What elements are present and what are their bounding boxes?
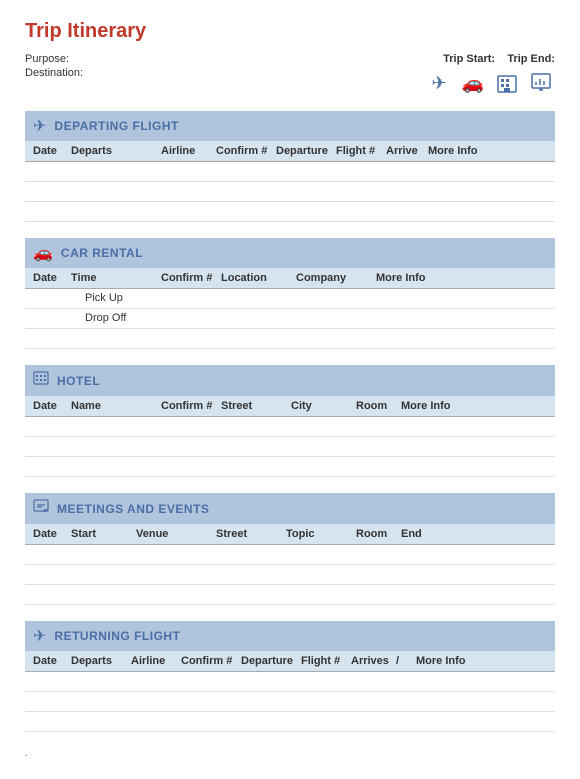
car-dropoff-row: Drop Off xyxy=(25,309,555,329)
returning-flight-columns: Date Departs Airline Confirm # Departure… xyxy=(25,651,555,672)
trip-start-label: Trip Start: xyxy=(443,53,495,65)
dep-data-row-3 xyxy=(25,202,555,222)
ret-col-airline: Airline xyxy=(131,655,181,667)
destination-label: Destination: xyxy=(25,67,83,79)
returning-plane-icon: ✈ xyxy=(33,626,46,646)
car-rental-columns: Date Time Confirm # Location Company Mor… xyxy=(25,268,555,289)
hot-col-name: Name xyxy=(71,400,161,412)
plane-icon: ✈ xyxy=(425,69,453,97)
dep-data-row-1 xyxy=(25,162,555,182)
hot-col-city: City xyxy=(291,400,356,412)
ret-col-date: Date xyxy=(33,655,71,667)
ret-col-departs: Departs xyxy=(71,655,131,667)
purpose-label: Purpose: xyxy=(25,53,83,65)
meet-data-row-2 xyxy=(25,565,555,585)
meet-col-room: Room xyxy=(356,528,401,540)
car-data-row-3 xyxy=(25,329,555,349)
meta-row: Purpose: Destination: Trip Start: Trip E… xyxy=(25,53,555,97)
car-rental-title: CAR RENTAL xyxy=(61,246,143,260)
car-col-location: Location xyxy=(221,272,296,284)
dep-col-moreinfo: More Info xyxy=(428,145,547,157)
meet-col-date: Date xyxy=(33,528,71,540)
car-dropoff-label: Drop Off xyxy=(85,312,126,325)
chart-icon xyxy=(527,69,555,97)
hotel-header: HOTEL xyxy=(25,365,555,396)
ret-col-more: / xyxy=(396,655,416,667)
car-col-confirm: Confirm # xyxy=(161,272,221,284)
footer-dot: . xyxy=(25,748,555,759)
car-rental-header: 🚗 CAR RENTAL xyxy=(25,238,555,268)
ret-data-row-2 xyxy=(25,692,555,712)
meta-left: Purpose: Destination: xyxy=(25,53,83,81)
departing-flight-section: ✈ DEPARTING FLIGHT Date Departs Airline … xyxy=(25,111,555,222)
ret-data-row-1 xyxy=(25,672,555,692)
dep-col-airline: Airline xyxy=(161,145,216,157)
car-col-company: Company xyxy=(296,272,376,284)
hotel-icon xyxy=(33,370,49,391)
meetings-columns: Date Start Venue Street Topic Room End xyxy=(25,524,555,545)
ret-col-confirm: Confirm # xyxy=(181,655,241,667)
trip-end-label: Trip End: xyxy=(507,53,555,65)
meetings-icon xyxy=(33,498,49,519)
car-icon: 🚗 xyxy=(459,69,487,97)
meetings-header: MEETINGS AND EVENTS xyxy=(25,493,555,524)
hot-col-room: Room xyxy=(356,400,401,412)
hotel-columns: Date Name Confirm # Street City Room Mor… xyxy=(25,396,555,417)
meet-col-start: Start xyxy=(71,528,136,540)
hot-col-date: Date xyxy=(33,400,71,412)
car-col-date: Date xyxy=(33,272,71,284)
returning-flight-header: ✈ RETURNING FLIGHT xyxy=(25,621,555,651)
ret-col-moreinfo: More Info xyxy=(416,655,547,667)
ret-col-departure: Departure xyxy=(241,655,301,667)
meet-data-row-1 xyxy=(25,545,555,565)
dep-col-flight: Flight # xyxy=(336,145,386,157)
hot-col-moreinfo: More Info xyxy=(401,400,547,412)
dep-col-date: Date xyxy=(33,145,71,157)
meet-col-venue: Venue xyxy=(136,528,216,540)
dep-col-arrive: Arrive xyxy=(386,145,428,157)
ret-col-flight: Flight # xyxy=(301,655,351,667)
trip-dates: Trip Start: Trip End: xyxy=(443,53,555,65)
ret-data-row-3 xyxy=(25,712,555,732)
hotel-title: HOTEL xyxy=(57,374,100,388)
returning-flight-section: ✈ RETURNING FLIGHT Date Departs Airline … xyxy=(25,621,555,732)
dep-col-departure: Departure xyxy=(276,145,336,157)
departing-plane-icon: ✈ xyxy=(33,116,46,136)
hot-col-confirm: Confirm # xyxy=(161,400,221,412)
hotel-section: HOTEL Date Name Confirm # Street City Ro… xyxy=(25,365,555,477)
icons-row: ✈ 🚗 xyxy=(425,69,555,97)
meta-right: Trip Start: Trip End: ✈ 🚗 xyxy=(425,53,555,97)
car-pickup-row: Pick Up xyxy=(25,289,555,309)
car-col-moreinfo: More Info xyxy=(376,272,547,284)
car-rental-icon: 🚗 xyxy=(33,243,53,263)
hot-col-street: Street xyxy=(221,400,291,412)
hotel-data-row-2 xyxy=(25,437,555,457)
hotel-data-row-1 xyxy=(25,417,555,437)
dep-col-confirm: Confirm # xyxy=(216,145,276,157)
hotel-data-row-3 xyxy=(25,457,555,477)
page-title: Trip Itinerary xyxy=(25,20,555,43)
car-col-time: Time xyxy=(71,272,161,284)
departing-flight-columns: Date Departs Airline Confirm # Departure… xyxy=(25,141,555,162)
car-pickup-label: Pick Up xyxy=(85,292,123,305)
car-rental-section: 🚗 CAR RENTAL Date Time Confirm # Locatio… xyxy=(25,238,555,349)
meetings-section: MEETINGS AND EVENTS Date Start Venue Str… xyxy=(25,493,555,605)
dep-col-departs: Departs xyxy=(71,145,161,157)
ret-col-arrives: Arrives xyxy=(351,655,396,667)
meet-col-end: End xyxy=(401,528,547,540)
meetings-title: MEETINGS AND EVENTS xyxy=(57,502,209,516)
returning-flight-title: RETURNING FLIGHT xyxy=(54,629,180,643)
meet-data-row-3 xyxy=(25,585,555,605)
departing-flight-header: ✈ DEPARTING FLIGHT xyxy=(25,111,555,141)
departing-flight-title: DEPARTING FLIGHT xyxy=(54,119,178,133)
building-icon xyxy=(493,69,521,97)
dep-data-row-2 xyxy=(25,182,555,202)
meet-col-street: Street xyxy=(216,528,286,540)
meet-col-topic: Topic xyxy=(286,528,356,540)
